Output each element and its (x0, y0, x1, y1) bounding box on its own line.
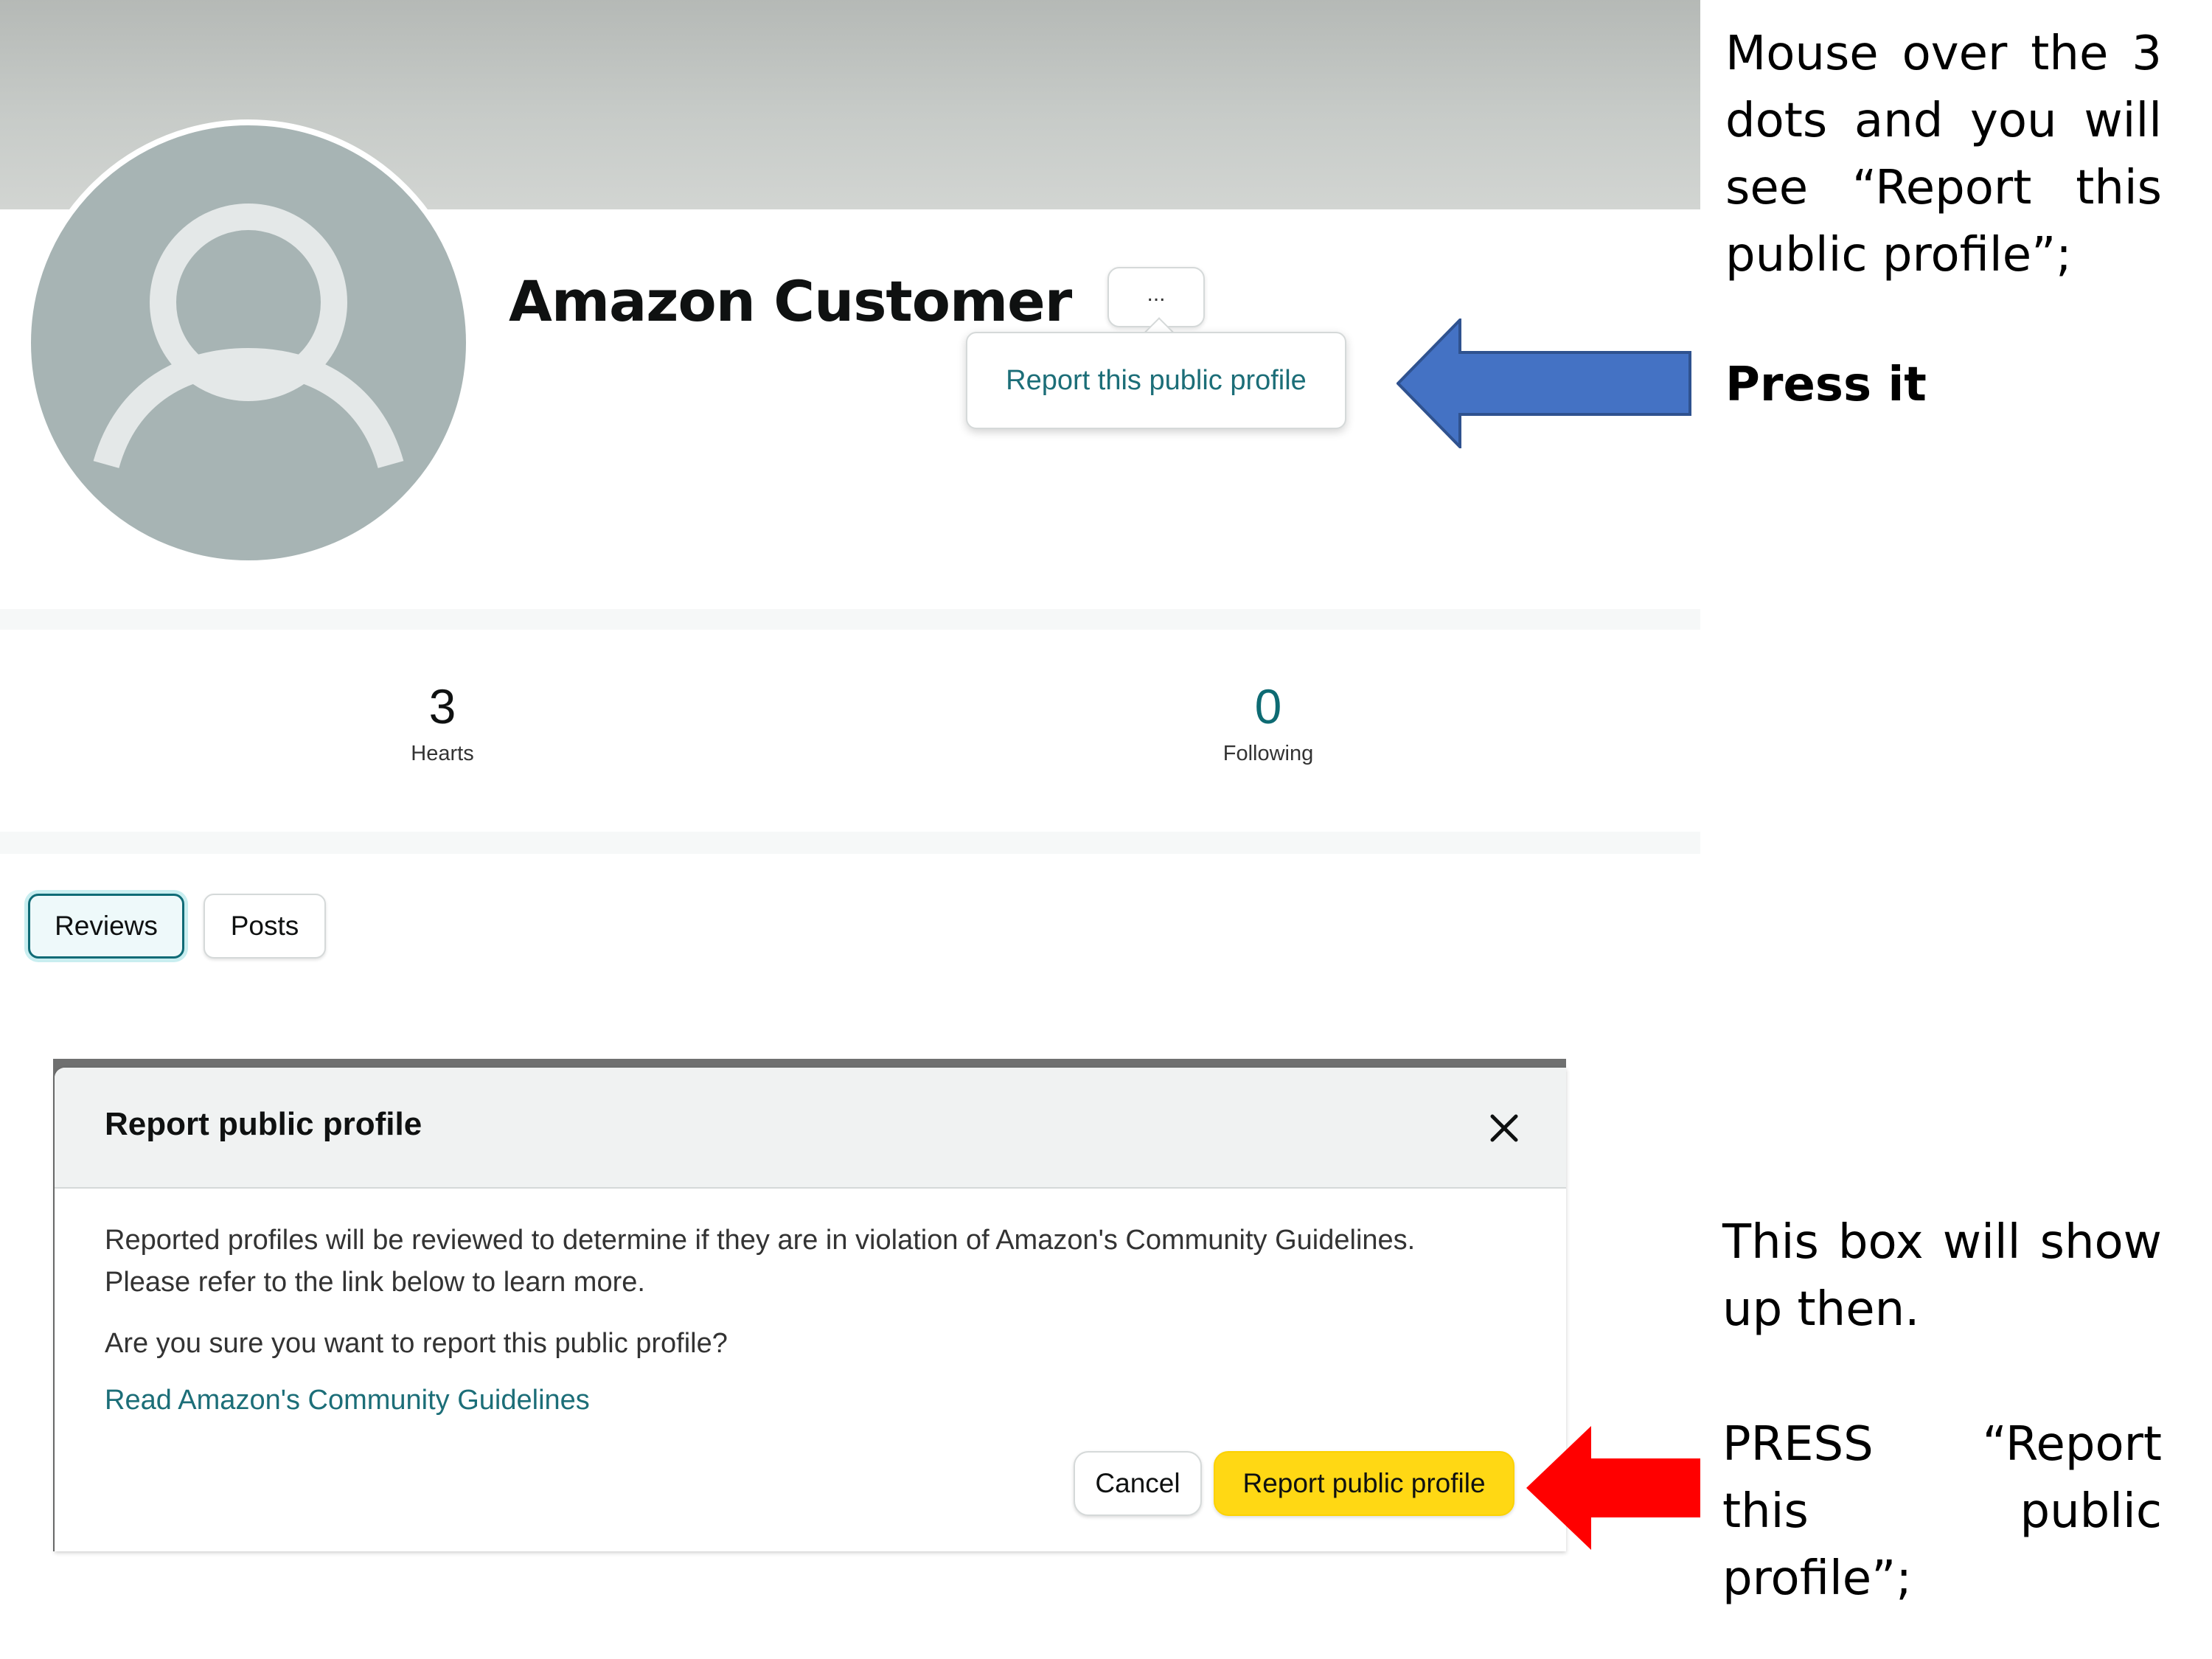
stats-card: 3 Hearts 0 Following (0, 630, 1700, 832)
dialog-title: Report public profile (105, 1106, 422, 1142)
caption-step1: Mouse over the 3 dots and you will see “… (1725, 27, 2162, 282)
section-divider (0, 832, 1700, 854)
report-profile-dialog: Report public profile Reported profiles … (55, 1068, 1566, 1551)
stat-hearts-value: 3 (428, 679, 456, 734)
dialog-confirm-question: Are you sure you want to report this pub… (105, 1328, 728, 1359)
report-this-profile-link[interactable]: Report this public profile (967, 333, 1345, 428)
stat-following[interactable]: 0 Following (1121, 630, 1416, 766)
stat-following-value: 0 (1254, 679, 1282, 734)
close-icon[interactable] (1485, 1109, 1523, 1147)
caption-step2: This box will show up then. (1722, 1215, 2162, 1337)
report-public-profile-button[interactable]: Report public profile (1214, 1451, 1514, 1516)
dialog-description: Reported profiles will be reviewed to de… (105, 1225, 1416, 1298)
tab-reviews[interactable]: Reviews (28, 894, 184, 959)
profile-name: Amazon Customer (509, 268, 1072, 334)
caption-step1-action: Press it (1725, 358, 1927, 412)
left-arrow-icon (1526, 1426, 1700, 1550)
stat-hearts-label: Hearts (411, 742, 474, 765)
more-options-button[interactable]: ... (1107, 267, 1205, 327)
cancel-button[interactable]: Cancel (1074, 1451, 1202, 1516)
stat-hearts: 3 Hearts (295, 630, 590, 766)
section-divider (0, 609, 1700, 630)
profile-avatar (25, 119, 472, 566)
community-guidelines-link[interactable]: Read Amazon's Community Guidelines (105, 1385, 590, 1416)
caption-step2-action: PRESS “Report this public profile”; (1722, 1417, 2162, 1606)
stat-following-label: Following (1222, 742, 1314, 765)
user-silhouette-icon (93, 204, 404, 469)
dialog-header: Report public profile (55, 1068, 1566, 1189)
report-profile-popover: Report this public profile (966, 332, 1346, 429)
tab-posts[interactable]: Posts (204, 894, 326, 959)
left-arrow-icon (1397, 319, 1691, 448)
